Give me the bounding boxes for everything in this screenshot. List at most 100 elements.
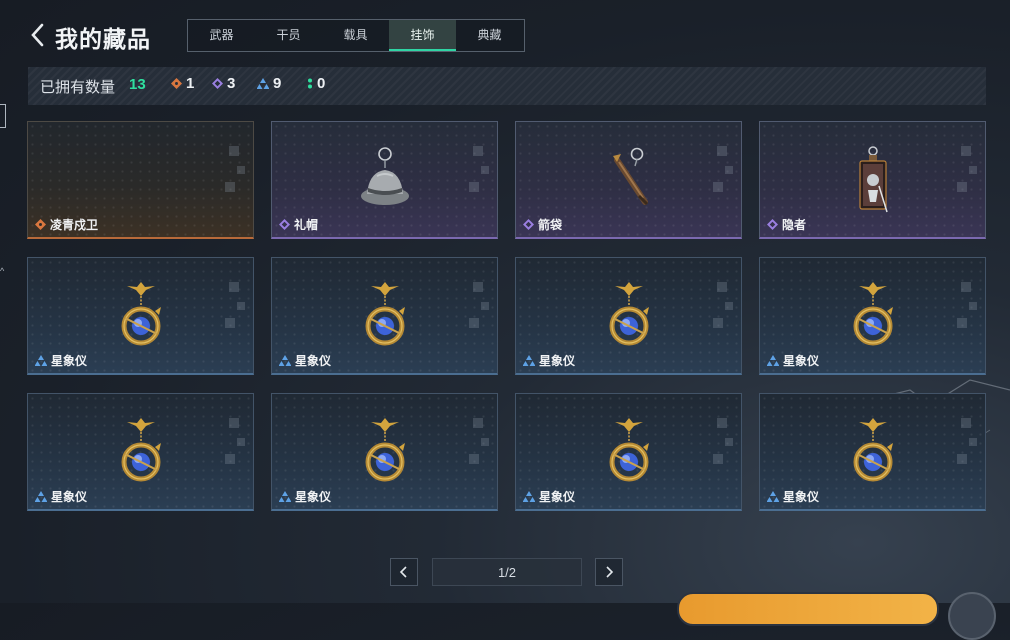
- rarity-count-blue: 9: [257, 75, 281, 92]
- rarity-count-value: 3: [227, 75, 236, 92]
- item-name-row: 礼帽: [279, 216, 318, 233]
- astrolabe-charm-icon: [843, 418, 903, 493]
- item-name: 隐者: [782, 218, 807, 232]
- rarity-count-value: 0: [317, 75, 326, 92]
- item-name: 星象仪: [783, 354, 820, 368]
- orange-diamond-icon: [35, 219, 46, 230]
- card-pattern-decoration: [713, 146, 733, 192]
- collection-item-card[interactable]: 凌青戍卫: [27, 121, 254, 239]
- tab-vehicles[interactable]: 载具: [322, 20, 389, 51]
- collection-item-card[interactable]: 礼帽: [271, 121, 498, 239]
- blue-triangle-icon: [767, 355, 779, 366]
- green-dots-icon: [308, 78, 312, 89]
- primary-action-button[interactable]: [677, 592, 939, 626]
- rarity-count-value: 1: [186, 75, 195, 92]
- astrolabe-charm-icon: [355, 282, 415, 357]
- card-pattern-decoration: [225, 418, 245, 464]
- tab-charms[interactable]: 挂饰: [389, 20, 456, 51]
- item-name: 箭袋: [538, 218, 563, 232]
- purple-diamond-icon: [279, 219, 290, 230]
- side-expand-arrow-icon[interactable]: ^: [0, 266, 4, 276]
- collection-item-card[interactable]: 隐者: [759, 121, 986, 239]
- blue-triangle-icon: [257, 78, 269, 89]
- item-name-row: 星象仪: [35, 352, 87, 369]
- prev-page-button[interactable]: [390, 558, 418, 586]
- blue-triangle-icon: [279, 355, 291, 366]
- card-pattern-decoration: [957, 418, 977, 464]
- chevron-right-icon: [606, 566, 614, 578]
- item-name: 星象仪: [539, 354, 576, 368]
- collection-item-card[interactable]: 星象仪: [759, 393, 986, 511]
- category-tabs: 武器 干员 载具 挂饰 典藏: [187, 19, 525, 52]
- collection-item-card[interactable]: 星象仪: [515, 257, 742, 375]
- astrolabe-charm-icon: [599, 282, 659, 357]
- card-pattern-decoration: [225, 282, 245, 328]
- tab-weapons[interactable]: 武器: [188, 20, 255, 51]
- item-name-row: 凌青戍卫: [35, 216, 98, 233]
- collection-item-card[interactable]: 星象仪: [271, 257, 498, 375]
- chevron-left-icon: [399, 566, 407, 578]
- item-name: 星象仪: [295, 490, 332, 504]
- card-pattern-decoration: [713, 282, 733, 328]
- blue-triangle-icon: [523, 491, 535, 502]
- astrolabe-charm-icon: [355, 418, 415, 493]
- side-panel-tab[interactable]: [0, 104, 6, 128]
- card-pattern-decoration: [469, 146, 489, 192]
- item-name: 星象仪: [51, 490, 88, 504]
- rarity-count-value: 9: [273, 75, 282, 92]
- collection-item-card[interactable]: 星象仪: [27, 257, 254, 375]
- astrolabe-charm-icon: [111, 282, 171, 357]
- header: 我的藏品 武器 干员 载具 挂饰 典藏: [0, 0, 1010, 66]
- item-name-row: 星象仪: [523, 488, 575, 505]
- orange-diamond-icon: [171, 78, 182, 89]
- collection-item-card[interactable]: 星象仪: [271, 393, 498, 511]
- card-pattern-decoration: [957, 282, 977, 328]
- astrolabe-charm-icon: [843, 282, 903, 357]
- item-name: 星象仪: [783, 490, 820, 504]
- item-name-row: 星象仪: [35, 488, 87, 505]
- quiver-charm-icon: [599, 146, 659, 215]
- item-name: 凌青戍卫: [50, 218, 99, 232]
- item-name-row: 星象仪: [767, 352, 819, 369]
- card-pattern-decoration: [225, 146, 245, 192]
- page-indicator: 1/2: [432, 558, 582, 586]
- round-action-button[interactable]: [948, 592, 996, 640]
- card-pattern-decoration: [469, 282, 489, 328]
- purple-diamond-icon: [523, 219, 534, 230]
- item-name-row: 星象仪: [279, 488, 331, 505]
- owned-count-bar: 已拥有数量 13 1 3 9 0: [28, 67, 986, 105]
- blue-triangle-icon: [35, 491, 47, 502]
- item-name: 星象仪: [539, 490, 576, 504]
- hermit-card-charm-icon: [843, 146, 903, 221]
- owned-count-total: 13: [129, 76, 146, 93]
- hat-charm-icon: [355, 146, 415, 215]
- blue-triangle-icon: [35, 355, 47, 366]
- rarity-count-purple: 3: [212, 75, 235, 92]
- tab-operators[interactable]: 干员: [255, 20, 322, 51]
- owned-count-label: 已拥有数量: [40, 79, 116, 96]
- astrolabe-charm-icon: [599, 418, 659, 493]
- purple-diamond-icon: [212, 78, 223, 89]
- tab-collection[interactable]: 典藏: [456, 20, 523, 51]
- card-pattern-decoration: [957, 146, 977, 192]
- card-pattern-decoration: [713, 418, 733, 464]
- next-page-button[interactable]: [595, 558, 623, 586]
- back-arrow-icon[interactable]: [28, 22, 48, 48]
- collection-item-card[interactable]: 箭袋: [515, 121, 742, 239]
- astrolabe-charm-icon: [111, 418, 171, 493]
- blue-triangle-icon: [767, 491, 779, 502]
- collection-item-card[interactable]: 星象仪: [759, 257, 986, 375]
- item-name-row: 星象仪: [523, 352, 575, 369]
- item-name-row: 星象仪: [767, 488, 819, 505]
- blue-triangle-icon: [279, 491, 291, 502]
- item-name: 礼帽: [294, 218, 319, 232]
- rarity-count-green: 0: [307, 75, 325, 92]
- collection-item-card[interactable]: 星象仪: [27, 393, 254, 511]
- blue-triangle-icon: [523, 355, 535, 366]
- collection-item-card[interactable]: 星象仪: [515, 393, 742, 511]
- rarity-count-orange: 1: [171, 75, 194, 92]
- card-pattern-decoration: [469, 418, 489, 464]
- item-name: 星象仪: [295, 354, 332, 368]
- item-name: 星象仪: [51, 354, 88, 368]
- item-name-row: 星象仪: [279, 352, 331, 369]
